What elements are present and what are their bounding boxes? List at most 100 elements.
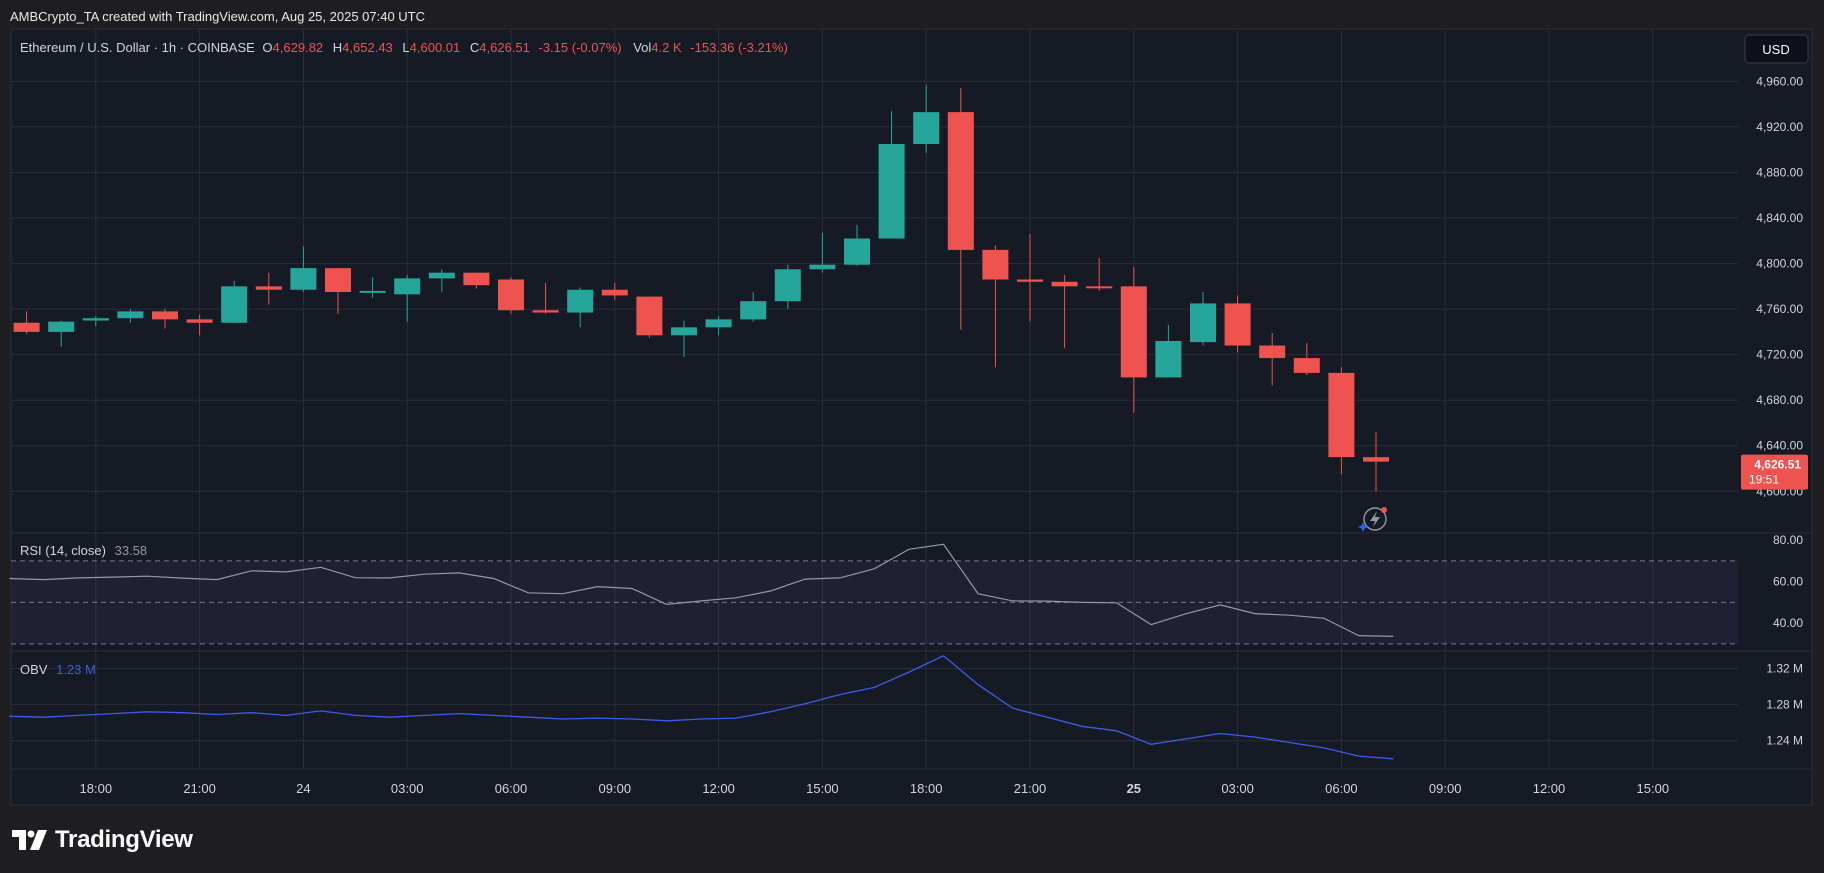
candle-body — [1225, 303, 1251, 345]
candle-body — [533, 310, 559, 312]
price-tick-label: 4,960.00 — [1756, 74, 1803, 88]
candle-body — [602, 290, 628, 296]
candle-body — [1017, 280, 1043, 282]
candle-body — [1328, 373, 1354, 457]
candle-body — [775, 269, 801, 301]
x-tick-label: 21:00 — [1014, 781, 1047, 796]
chart-background — [11, 29, 1812, 805]
candle-body — [48, 322, 74, 332]
x-tick-label: 06:00 — [1325, 781, 1358, 796]
price-tick-label: 4,680.00 — [1756, 393, 1803, 407]
last-price-value: 4,626.51 — [1754, 458, 1801, 472]
x-tick-label: 12:00 — [1533, 781, 1566, 796]
change-value: -3.15 (-0.07%) — [539, 40, 622, 55]
low-label: L — [402, 40, 409, 55]
candle-body — [1155, 341, 1181, 377]
obv-tick-label: 1.28 M — [1766, 698, 1803, 712]
x-tick-label: 03:00 — [391, 781, 424, 796]
bar-countdown: 19:51 — [1749, 473, 1779, 487]
price-legend[interactable]: Ethereum / U.S. Dollar · 1h · COINBASE O… — [20, 40, 788, 55]
candle-body — [325, 268, 351, 292]
x-tick-label: 18:00 — [910, 781, 943, 796]
price-tick-label: 4,840.00 — [1756, 211, 1803, 225]
candle-body — [1052, 282, 1078, 287]
candle-body — [740, 301, 766, 319]
x-tick-label: 21:00 — [183, 781, 216, 796]
high-label: H — [333, 40, 342, 55]
candle-body — [14, 323, 40, 332]
candle-body — [1190, 303, 1216, 342]
x-tick-label: 12:00 — [702, 781, 735, 796]
volume-value: 4.2 K — [651, 40, 682, 55]
candle-body — [567, 290, 593, 313]
candle-body — [187, 319, 213, 322]
x-tick-label: 15:00 — [1637, 781, 1670, 796]
x-tick-label: 18:00 — [80, 781, 113, 796]
rsi-title: RSI (14, close) — [20, 543, 106, 558]
candle-body — [636, 297, 662, 336]
rsi-legend[interactable]: RSI (14, close) 33.58 — [20, 543, 147, 558]
candle-body — [463, 273, 489, 286]
candle-body — [83, 318, 109, 320]
chart-svg: 18:00 21:00 24 03:00 06:00 09:00 12:00 15:00 18:… — [0, 0, 1824, 873]
candle-body — [1121, 286, 1147, 377]
chart-credit: AMBCrypto_TA created with TradingView.co… — [10, 9, 425, 24]
candle-body — [360, 291, 386, 293]
currency-button[interactable]: USD — [1745, 35, 1808, 63]
candle-body — [671, 327, 697, 335]
price-tick-label: 4,800.00 — [1756, 257, 1803, 271]
obv-title: OBV — [20, 662, 48, 677]
candle-body — [429, 273, 455, 279]
x-tick-label: 03:00 — [1221, 781, 1254, 796]
candle-body — [1259, 346, 1285, 359]
candle-body — [809, 265, 835, 270]
high-value: 4,652.43 — [342, 40, 393, 55]
rsi-band — [11, 561, 1738, 644]
candle-body — [913, 112, 939, 144]
candle-body — [290, 268, 316, 290]
candle-body — [844, 239, 870, 265]
price-tick-label: 4,640.00 — [1756, 439, 1803, 453]
volume-label: Vol — [633, 40, 651, 55]
rsi-tick-label: 40.00 — [1773, 616, 1803, 630]
last-price-tag: 4,626.51 19:51 — [1741, 455, 1808, 490]
tradingview-logo-icon — [12, 830, 48, 850]
rsi-value: 33.58 — [115, 543, 148, 558]
obv-legend[interactable]: OBV 1.23 M — [20, 662, 96, 677]
symbol-label: Ethereum / U.S. Dollar · 1h · COINBASE — [20, 40, 255, 55]
price-tick-label: 4,920.00 — [1756, 120, 1803, 134]
close-value: 4,626.51 — [479, 40, 530, 55]
volume-change: -153.36 (-3.21%) — [690, 40, 788, 55]
low-value: 4,600.01 — [410, 40, 461, 55]
x-tick-label: 09:00 — [599, 781, 632, 796]
candle-body — [1086, 286, 1112, 288]
currency-label[interactable]: USD — [1762, 42, 1789, 57]
rsi-tick-label: 80.00 — [1773, 533, 1803, 547]
candle-body — [706, 319, 732, 327]
x-tick-label: 09:00 — [1429, 781, 1462, 796]
candle-body — [394, 278, 420, 294]
candle-body — [221, 286, 247, 322]
x-tick-label: 24 — [296, 781, 310, 796]
obv-tick-label: 1.32 M — [1766, 661, 1803, 675]
candle-body — [879, 144, 905, 239]
candle-body — [256, 286, 282, 289]
candle-body — [117, 311, 143, 318]
candle-body — [982, 250, 1008, 280]
open-label: O — [262, 40, 272, 55]
x-tick-label: 06:00 — [495, 781, 528, 796]
price-tick-label: 4,720.00 — [1756, 348, 1803, 362]
x-tick-label: 15:00 — [806, 781, 839, 796]
candle-body — [498, 280, 524, 311]
open-value: 4,629.82 — [273, 40, 324, 55]
obv-tick-label: 1.24 M — [1766, 734, 1803, 748]
tradingview-brand[interactable]: TradingView — [12, 826, 193, 854]
price-tick-label: 4,880.00 — [1756, 165, 1803, 179]
candle-body — [948, 112, 974, 250]
candle-body — [152, 311, 178, 319]
candle-body — [1363, 457, 1389, 462]
obv-value: 1.23 M — [56, 662, 96, 677]
price-tick-label: 4,760.00 — [1756, 302, 1803, 316]
brand-name: TradingView — [55, 826, 193, 854]
close-label: C — [470, 40, 479, 55]
